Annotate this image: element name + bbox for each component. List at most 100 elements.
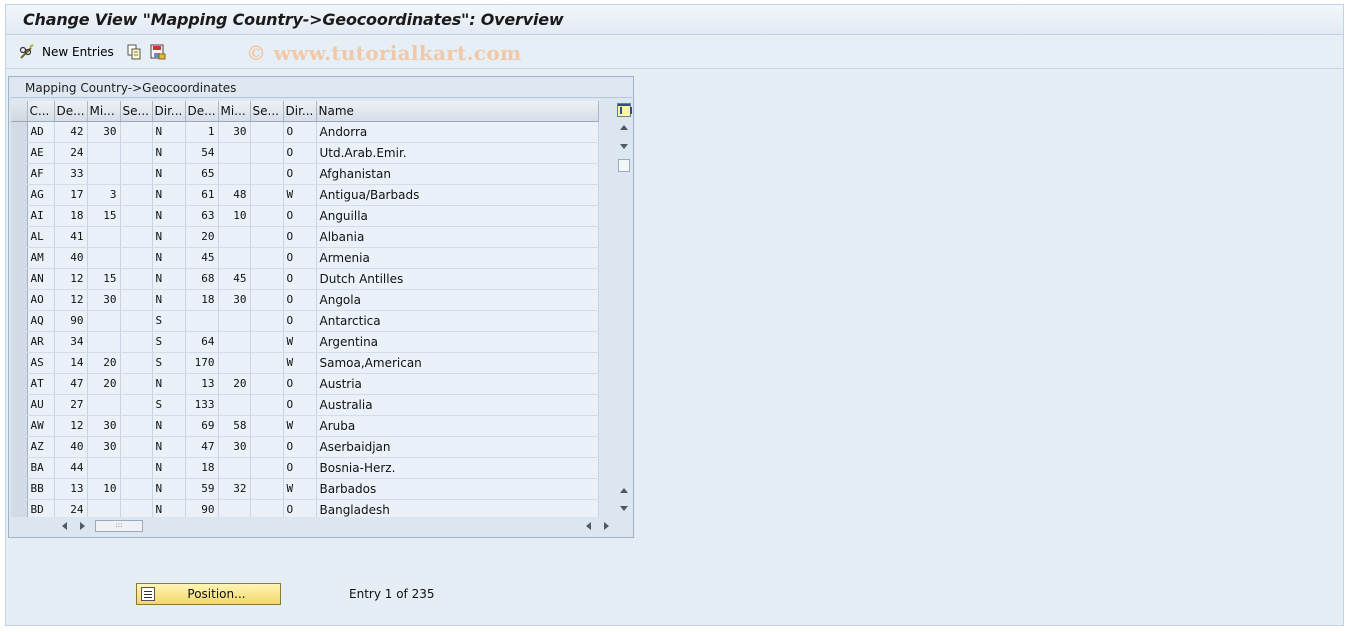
column-header[interactable]: Mi... — [87, 101, 121, 122]
horizontal-scroll-thumb[interactable]: ::: — [95, 520, 143, 532]
column-header[interactable]: De... — [185, 101, 219, 122]
row-selector[interactable] — [11, 478, 28, 500]
scroll-far-left-icon[interactable] — [586, 522, 591, 530]
table-cell: 45 — [218, 268, 251, 290]
table-row[interactable]: AW 12 30 N 69 58 W Aruba — [11, 415, 599, 437]
position-button[interactable]: Position... — [136, 583, 281, 605]
table-header-row: C... De... Mi... Se... Dir... De... Mi..… — [11, 101, 599, 122]
table-cell: AG — [27, 184, 55, 206]
table-cell: 20 — [185, 226, 219, 248]
table-row[interactable]: AR 34 S 64 W Argentina — [11, 331, 599, 353]
table-cell: N — [152, 373, 186, 395]
row-selector[interactable] — [11, 415, 28, 437]
scroll-left-icon[interactable] — [62, 522, 67, 530]
table-cell: 18 — [185, 289, 219, 311]
table-row[interactable]: AU 27 S 133 O Australia — [11, 394, 599, 416]
row-selector[interactable] — [11, 142, 28, 164]
table-cell: Angola — [316, 289, 599, 311]
scroll-down-icon[interactable] — [620, 144, 628, 149]
row-selector[interactable] — [11, 163, 28, 185]
row-selector[interactable] — [11, 268, 28, 290]
save-export-button[interactable] — [149, 42, 167, 62]
row-selector[interactable] — [11, 289, 28, 311]
scroll-up-icon[interactable] — [620, 125, 628, 130]
table-row[interactable]: AF 33 N 65 O Afghanistan — [11, 163, 599, 185]
vertical-scroll-thumb[interactable] — [618, 159, 630, 172]
table-cell: 15 — [87, 205, 121, 227]
table-cell — [87, 310, 121, 332]
column-header[interactable]: Mi... — [218, 101, 251, 122]
column-header[interactable]: Dir... — [283, 101, 317, 122]
table-row[interactable]: AG 17 3 N 61 48 W Antigua/Barbads — [11, 184, 599, 206]
row-selector[interactable] — [11, 373, 28, 395]
table-cell — [120, 310, 153, 332]
table-cell: 30 — [87, 436, 121, 458]
row-selector[interactable] — [11, 310, 28, 332]
table-row[interactable]: AD 42 30 N 1 30 O Andorra — [11, 121, 599, 143]
table-row[interactable]: AT 47 20 N 13 20 O Austria — [11, 373, 599, 395]
table-row[interactable]: AS 14 20 S 170 W Samoa,American — [11, 352, 599, 374]
column-header[interactable]: Se... — [250, 101, 284, 122]
row-selector[interactable] — [11, 331, 28, 353]
table-cell: AT — [27, 373, 55, 395]
scroll-page-up-icon[interactable] — [620, 488, 628, 493]
table-cell: 24 — [54, 142, 88, 164]
table-cell: W — [283, 415, 317, 437]
table-cell: S — [152, 394, 186, 416]
table-row[interactable]: AZ 40 30 N 47 30 O Aserbaidjan — [11, 436, 599, 458]
table-cell — [87, 457, 121, 479]
table-cell: AN — [27, 268, 55, 290]
column-header[interactable]: Dir... — [152, 101, 186, 122]
table-row[interactable]: AM 40 N 45 O Armenia — [11, 247, 599, 269]
column-settings-icon[interactable] — [617, 103, 632, 117]
table-cell — [250, 457, 284, 479]
copy-button[interactable] — [125, 42, 143, 62]
scroll-page-down-icon[interactable] — [620, 506, 628, 511]
table-cell: O — [283, 142, 317, 164]
table-cell: 54 — [185, 142, 219, 164]
row-selector[interactable] — [11, 247, 28, 269]
table-cell: 10 — [87, 478, 121, 500]
table-cell: Bosnia-Herz. — [316, 457, 599, 479]
table-cell: 14 — [54, 352, 88, 374]
row-selector[interactable] — [11, 226, 28, 248]
row-selector[interactable] — [11, 205, 28, 227]
table-cell — [250, 268, 284, 290]
scroll-far-right-icon[interactable] — [604, 522, 609, 530]
table-row[interactable]: AN 12 15 N 68 45 O Dutch Antilles — [11, 268, 599, 290]
application-toolbar: New Entries © www.tutorialkart.com — [6, 36, 1343, 69]
table-cell — [250, 184, 284, 206]
column-header[interactable]: Se... — [120, 101, 153, 122]
row-selector[interactable] — [11, 457, 28, 479]
table-cell: 58 — [218, 415, 251, 437]
position-button-label: Position... — [187, 587, 246, 601]
horizontal-scrollbar[interactable]: ::: — [11, 517, 633, 535]
table-row[interactable]: AQ 90 S O Antarctica — [11, 310, 599, 332]
table-cell — [120, 163, 153, 185]
row-selector[interactable] — [11, 436, 28, 458]
table-row[interactable]: AL 41 N 20 O Albania — [11, 226, 599, 248]
column-header[interactable]: Name — [316, 101, 599, 122]
table-cell: 48 — [218, 184, 251, 206]
select-all-header[interactable] — [11, 101, 28, 122]
row-selector[interactable] — [11, 184, 28, 206]
table-row[interactable]: AO 12 30 N 18 30 O Angola — [11, 289, 599, 311]
row-selector[interactable] — [11, 352, 28, 374]
table-cell — [218, 457, 251, 479]
row-selector[interactable] — [11, 394, 28, 416]
row-selector[interactable] — [11, 121, 28, 143]
table-cell: Antarctica — [316, 310, 599, 332]
table-row[interactable]: BB 13 10 N 59 32 W Barbados — [11, 478, 599, 500]
column-header[interactable]: C... — [27, 101, 55, 122]
scroll-right-icon[interactable] — [80, 522, 85, 530]
table-cell: S — [152, 331, 186, 353]
new-entries-button[interactable]: New Entries — [18, 42, 114, 62]
table-cell: W — [283, 331, 317, 353]
table-row[interactable]: BA 44 N 18 O Bosnia-Herz. — [11, 457, 599, 479]
table-row[interactable]: AE 24 N 54 O Utd.Arab.Emir. — [11, 142, 599, 164]
table-cell: AF — [27, 163, 55, 185]
table-cell: S — [152, 310, 186, 332]
table-row[interactable]: AI 18 15 N 63 10 O Anguilla — [11, 205, 599, 227]
table-cell — [218, 163, 251, 185]
column-header[interactable]: De... — [54, 101, 88, 122]
